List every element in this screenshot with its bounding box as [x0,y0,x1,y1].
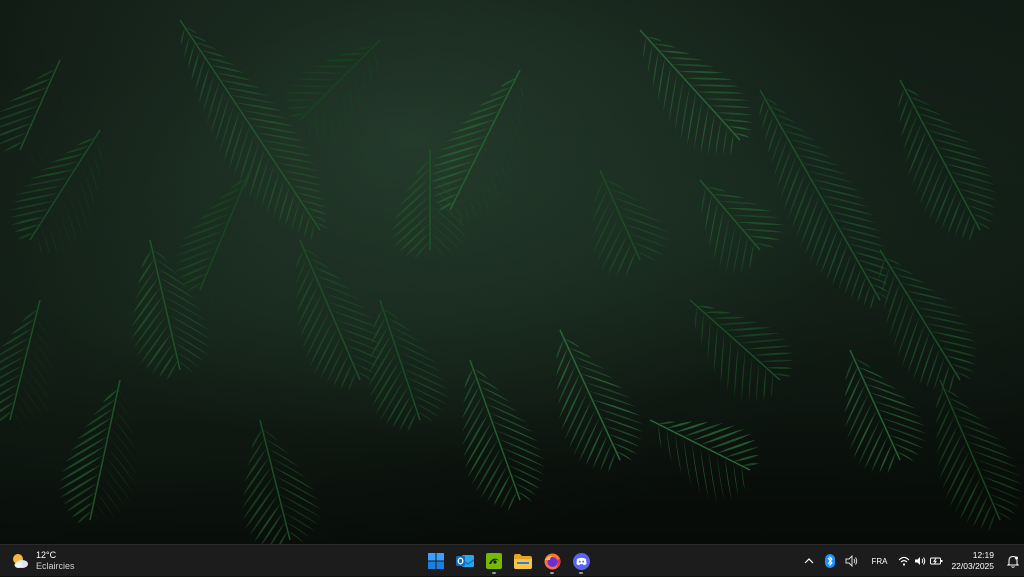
start-button[interactable] [424,547,448,575]
windows-start-icon [428,553,444,569]
speaker-icon [845,555,858,567]
input-language-indicator[interactable]: FRA [863,549,895,573]
wifi-icon [898,556,910,566]
discord-icon [572,552,590,570]
running-indicator [492,572,496,574]
palm-leaves-image [0,19,1023,544]
notifications-button[interactable] [1002,549,1024,573]
weather-condition: Eclaircies [36,561,75,571]
folder-icon [514,553,532,569]
speaker-tray-button[interactable] [841,549,863,573]
clock[interactable]: 12:19 22/03/2025 [945,550,1002,572]
bluetooth-icon [825,554,836,568]
bluetooth-button[interactable] [819,549,841,573]
firefox-icon [544,553,560,569]
desktop-wallpaper [0,0,1024,544]
taskbar: 12°C Eclaircies FRA 12:19 22/03/2025 [0,544,1024,576]
weather-widget[interactable]: 12°C Eclaircies [10,548,75,574]
notification-bell-icon [1007,555,1019,568]
discord-button[interactable] [569,547,593,575]
chevron-up-icon [805,558,814,564]
running-indicator [550,572,554,574]
taskbar-apps [424,547,593,575]
file-explorer-button[interactable] [511,547,535,575]
battery-charging-icon [929,557,943,565]
clock-date: 22/03/2025 [951,561,994,571]
nvidia-icon [486,553,502,569]
volume-icon [914,557,926,565]
show-hidden-icons-button[interactable] [799,549,819,573]
outlook-button[interactable] [453,547,477,575]
partly-cloudy-icon [10,551,30,571]
nvidia-button[interactable] [482,547,506,575]
outlook-icon [456,555,474,567]
running-indicator [579,572,583,574]
weather-temperature: 12°C [36,550,57,560]
network-volume-battery-button[interactable] [895,549,945,573]
clock-time: 12:19 [972,550,994,560]
firefox-button[interactable] [540,547,564,575]
system-tray: FRA 12:19 22/03/2025 [799,545,1024,577]
